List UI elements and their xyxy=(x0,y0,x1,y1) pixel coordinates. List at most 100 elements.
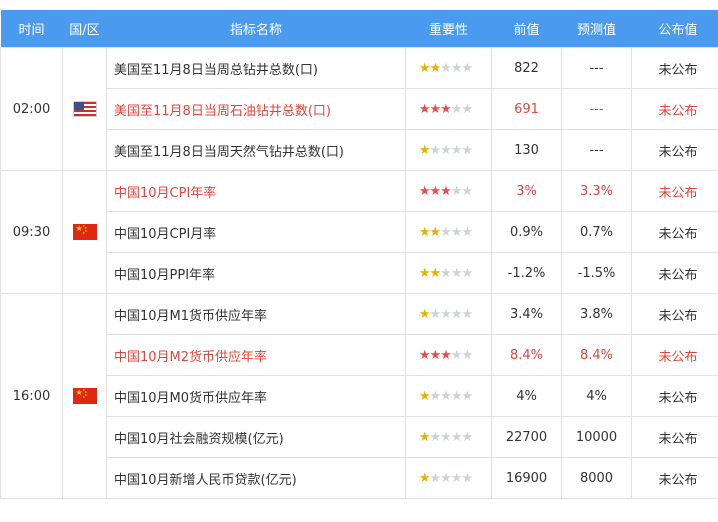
forecast-value: 10000 xyxy=(561,416,632,458)
star-rating: ★★★★★ xyxy=(418,388,473,404)
previous-value: 691 xyxy=(491,88,562,130)
star-empty-icon: ★ xyxy=(440,265,452,281)
star-empty-icon: ★ xyxy=(429,388,442,404)
star-rating: ★★★★★ xyxy=(418,306,473,322)
indicator-name[interactable]: 美国至11月8日当周总钻井总数(口) xyxy=(106,47,406,89)
star-empty-icon: ★ xyxy=(461,470,473,486)
table-row[interactable]: 中国10月新增人民币贷款(亿元) ★★★★★ 16900 8000 未公布 xyxy=(1,457,718,499)
star-filled-icon: ★ xyxy=(440,183,452,199)
china-flag-icon: ★ ★ ★ ★ ★ xyxy=(72,224,97,240)
table-row[interactable]: 16:00 ★ ★ ★ ★ ★ 中国10月M1货币供应年率 ★★★★★ 3.4% 3.8% 未公布 xyxy=(0,293,718,499)
importance-rating: ★★★★★ xyxy=(405,129,492,171)
forecast-value: --- xyxy=(561,47,632,89)
previous-value: 16900 xyxy=(491,457,562,499)
star-filled-icon: ★ xyxy=(418,101,431,117)
published-value: 未公布 xyxy=(631,416,718,458)
star-empty-icon: ★ xyxy=(440,388,452,404)
forecast-value: 0.7% xyxy=(561,211,632,253)
region-cell xyxy=(62,47,107,171)
table-row[interactable]: 美国至11月8日当周石油钻井总数(口) ★★★★★ 691 --- 未公布 xyxy=(1,88,718,130)
star-empty-icon: ★ xyxy=(461,265,473,281)
star-empty-icon: ★ xyxy=(429,470,442,486)
star-filled-icon: ★ xyxy=(418,306,431,322)
star-filled-icon: ★ xyxy=(440,101,452,117)
star-filled-icon: ★ xyxy=(429,265,442,281)
star-empty-icon: ★ xyxy=(450,101,463,117)
importance-rating: ★★★★★ xyxy=(405,334,492,376)
forecast-value: --- xyxy=(561,88,632,130)
table-row[interactable]: 中国10月M2货币供应年率 ★★★★★ 8.4% 8.4% 未公布 xyxy=(1,334,718,376)
published-value: 未公布 xyxy=(631,375,718,417)
star-filled-icon: ★ xyxy=(418,347,431,363)
time-cell: 02:00 xyxy=(0,47,63,171)
star-empty-icon: ★ xyxy=(450,306,463,322)
previous-value: 822 xyxy=(491,47,562,89)
star-empty-icon: ★ xyxy=(450,347,463,363)
star-rating: ★★★★★ xyxy=(418,224,473,240)
published-value: 未公布 xyxy=(631,47,718,89)
previous-value: 130 xyxy=(491,129,562,171)
header-indicator: 指标名称 xyxy=(106,10,406,48)
star-empty-icon: ★ xyxy=(450,183,463,199)
header-forecast: 预测值 xyxy=(561,10,632,48)
published-value: 未公布 xyxy=(631,334,718,376)
star-filled-icon: ★ xyxy=(418,470,431,486)
star-rating: ★★★★★ xyxy=(418,347,473,363)
star-empty-icon: ★ xyxy=(450,142,463,158)
star-filled-icon: ★ xyxy=(418,224,431,240)
star-filled-icon: ★ xyxy=(418,429,431,445)
star-empty-icon: ★ xyxy=(461,224,473,240)
table-row[interactable]: 中国10月社会融资规模(亿元) ★★★★★ 22700 10000 未公布 xyxy=(1,416,718,458)
indicator-name[interactable]: 中国10月M2货币供应年率 xyxy=(106,334,406,376)
importance-rating: ★★★★★ xyxy=(405,88,492,130)
star-empty-icon: ★ xyxy=(461,429,473,445)
table-header-row: 时间 国/区 指标名称 重要性 前值 预测值 公布值 xyxy=(0,10,718,48)
star-empty-icon: ★ xyxy=(450,470,463,486)
table-row[interactable]: 02:00 美国至11月8日当周总钻井总数(口) ★★★★★ 822 --- 未公布 xyxy=(0,47,718,171)
previous-value: 22700 xyxy=(491,416,562,458)
star-rating: ★★★★★ xyxy=(418,101,473,117)
region-cell: ★ ★ ★ ★ ★ xyxy=(62,293,107,499)
indicator-name[interactable]: 中国10月PPI年率 xyxy=(106,252,406,294)
indicator-name[interactable]: 中国10月M0货币供应年率 xyxy=(106,375,406,417)
star-rating: ★★★★★ xyxy=(418,142,473,158)
indicator-name[interactable]: 中国10月CPI年率 xyxy=(106,170,406,212)
star-empty-icon: ★ xyxy=(440,429,452,445)
star-empty-icon: ★ xyxy=(440,470,452,486)
previous-value: 3.4% xyxy=(491,293,562,335)
indicator-name[interactable]: 中国10月新增人民币贷款(亿元) xyxy=(106,457,406,499)
published-value: 未公布 xyxy=(631,211,718,253)
importance-rating: ★★★★★ xyxy=(405,170,492,212)
table-row[interactable]: 中国10月CPI月率 ★★★★★ 0.9% 0.7% 未公布 xyxy=(1,211,718,253)
star-filled-icon: ★ xyxy=(418,388,431,404)
published-value: 未公布 xyxy=(631,129,718,171)
star-filled-icon: ★ xyxy=(429,224,442,240)
star-empty-icon: ★ xyxy=(461,388,473,404)
star-filled-icon: ★ xyxy=(429,183,442,199)
table-row[interactable]: 中国10月M0货币供应年率 ★★★★★ 4% 4% 未公布 xyxy=(1,375,718,417)
indicator-name[interactable]: 中国10月社会融资规模(亿元) xyxy=(106,416,406,458)
table-row[interactable]: 09:30 ★ ★ ★ ★ ★ 中国10月CPI年率 ★★★★★ 3% 3.3% 未公布 xyxy=(0,170,718,294)
forecast-value: --- xyxy=(561,129,632,171)
previous-value: 8.4% xyxy=(491,334,562,376)
star-filled-icon: ★ xyxy=(418,265,431,281)
star-empty-icon: ★ xyxy=(429,429,442,445)
region-cell: ★ ★ ★ ★ ★ xyxy=(62,170,107,294)
star-empty-icon: ★ xyxy=(440,224,452,240)
importance-rating: ★★★★★ xyxy=(405,47,492,89)
star-rating: ★★★★★ xyxy=(419,183,473,199)
star-empty-icon: ★ xyxy=(440,142,452,158)
table-row[interactable]: 中国10月PPI年率 ★★★★★ -1.2% -1.5% 未公布 xyxy=(1,252,718,294)
indicator-name[interactable]: 中国10月CPI月率 xyxy=(106,211,406,253)
forecast-value: 3.8% xyxy=(561,293,632,335)
indicator-name[interactable]: 中国10月M1货币供应年率 xyxy=(106,293,406,335)
star-empty-icon: ★ xyxy=(450,265,463,281)
indicator-name[interactable]: 美国至11月8日当周天然气钻井总数(口) xyxy=(106,129,406,171)
star-filled-icon: ★ xyxy=(418,142,431,158)
economic-calendar-table: 时间 国/区 指标名称 重要性 前值 预测值 公布值 02:00 美国至11月8日… xyxy=(0,10,718,499)
table-row[interactable]: 美国至11月8日当周天然气钻井总数(口) ★★★★★ 130 --- 未公布 xyxy=(1,129,718,171)
forecast-value: 8.4% xyxy=(561,334,632,376)
indicator-name[interactable]: 美国至11月8日当周石油钻井总数(口) xyxy=(106,88,406,130)
star-empty-icon: ★ xyxy=(461,183,473,199)
star-rating: ★★★★★ xyxy=(419,61,473,76)
